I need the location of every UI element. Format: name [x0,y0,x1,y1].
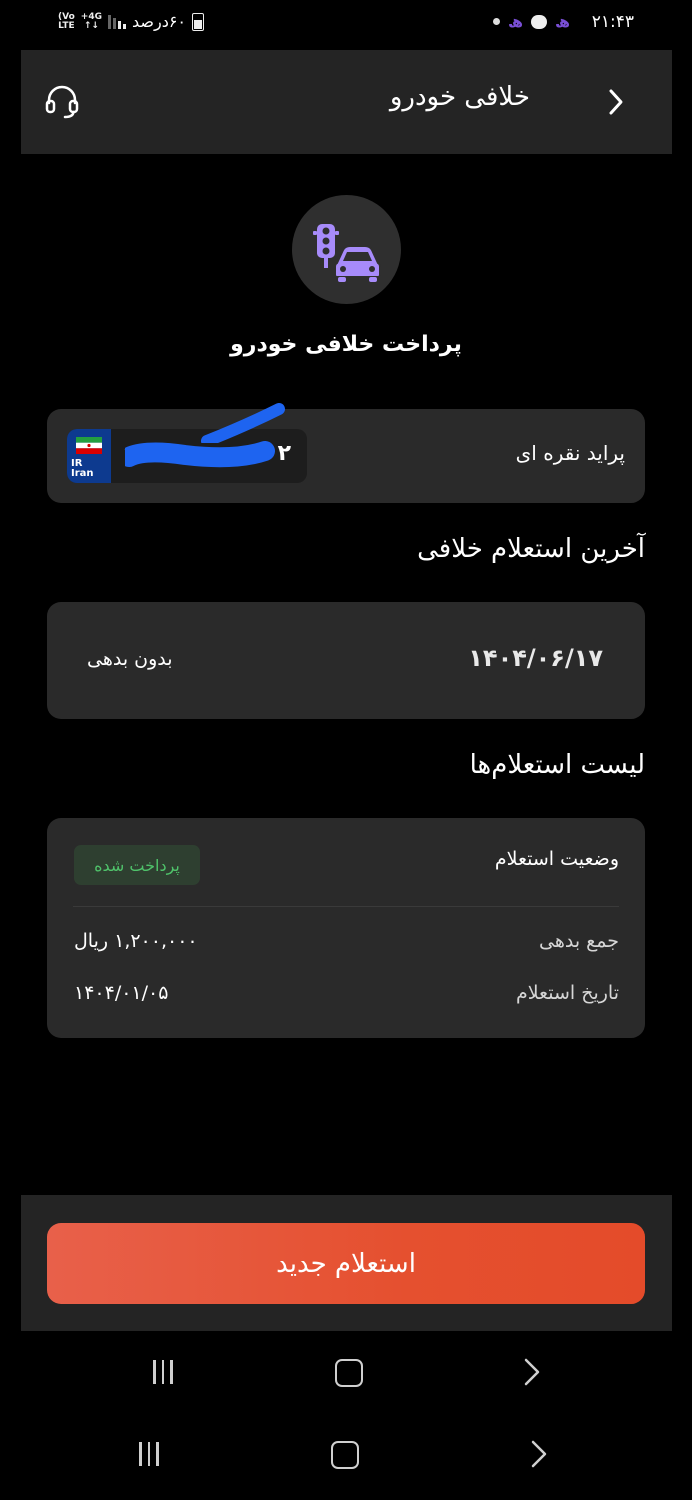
back-nav-chevron-icon[interactable] [525,1439,553,1469]
headset-icon [45,85,79,119]
plate-country-strip: IR Iran [67,429,111,483]
status-time: ۲۱:۴۳ [591,12,634,32]
last-inquiry-date: ۱۴۰۴/۰۶/۱۷ [468,644,603,672]
iran-flag-icon [76,437,102,454]
status-badge: پرداخت شده [74,845,200,885]
redaction-scribble-tail [201,403,285,443]
divider [73,906,619,907]
app-notification-icon: ھ [555,12,570,31]
vehicle-name: پراید نقره ای [515,441,625,465]
total-debt-label: جمع بدهی [539,930,619,952]
app-header: خلافی خودرو [21,50,672,154]
back-nav-chevron-icon[interactable] [518,1357,546,1387]
home-button[interactable] [331,1441,359,1469]
app-notification-icon: ھ [508,12,523,31]
home-button[interactable] [335,1359,363,1387]
last-inquiry-status: بدون بدهی [87,648,173,670]
inquiry-date-label: تاریخ استعلام [515,982,619,1004]
page-title: خلافی خودرو [389,82,530,112]
total-debt-value: ۱,۲۰۰,۰۰۰ ریال [74,930,198,952]
chevron-right-icon [609,89,623,115]
bottom-action-panel: استعلام جدید [21,1195,672,1331]
volte-indicator: Vo) LTE [58,11,75,31]
app-nav-bar [0,1342,692,1402]
plate-country-text: IR Iran [71,458,94,479]
support-button[interactable] [43,82,81,120]
recent-apps-button[interactable] [139,1442,165,1470]
chat-bubble-icon [531,14,547,29]
status-notifications: ھ ھ [493,12,570,31]
redaction-scribble [125,441,275,468]
back-button[interactable] [600,86,632,118]
traffic-light-car-icon [313,224,381,282]
inquiry-list-item[interactable]: وضعیت استعلام پرداخت شده جمع بدهی ۱,۲۰۰,… [47,818,645,1038]
plate-number: ۲ [277,441,291,466]
signal-icon [107,14,126,29]
notification-dot-icon [493,18,500,25]
inquiry-status-label: وضعیت استعلام [494,848,619,870]
hero-title: پرداخت خلافی خودرو [230,332,462,357]
last-inquiry-heading: آخرین استعلام خلافی [417,534,645,564]
new-inquiry-button[interactable]: استعلام جدید [47,1223,645,1304]
network-type: 4G+ ↓↑ [80,11,102,31]
inquiry-list-heading: لیست استعلام‌ها [469,750,645,780]
recent-apps-button[interactable] [153,1360,179,1388]
battery-text: ۶۰درصد [131,12,187,31]
system-nav-bar [0,1424,692,1484]
hero-icon-container [292,195,401,304]
vehicle-card[interactable]: پراید نقره ای IR Iran ۲ ۱ [47,403,645,503]
status-left-group: ۶۰درصد 4G+ ↓↑ Vo) LTE [58,11,205,31]
battery-icon [192,12,205,31]
inquiry-date-value: ۱۴۰۴/۰۱/۰۵ [74,982,169,1004]
status-bar: ۲۱:۴۳ ھ ھ ۶۰درصد 4G+ ↓↑ Vo) LTE [0,0,692,50]
last-inquiry-card[interactable]: ۱۴۰۴/۰۶/۱۷ بدون بدهی [47,602,645,719]
